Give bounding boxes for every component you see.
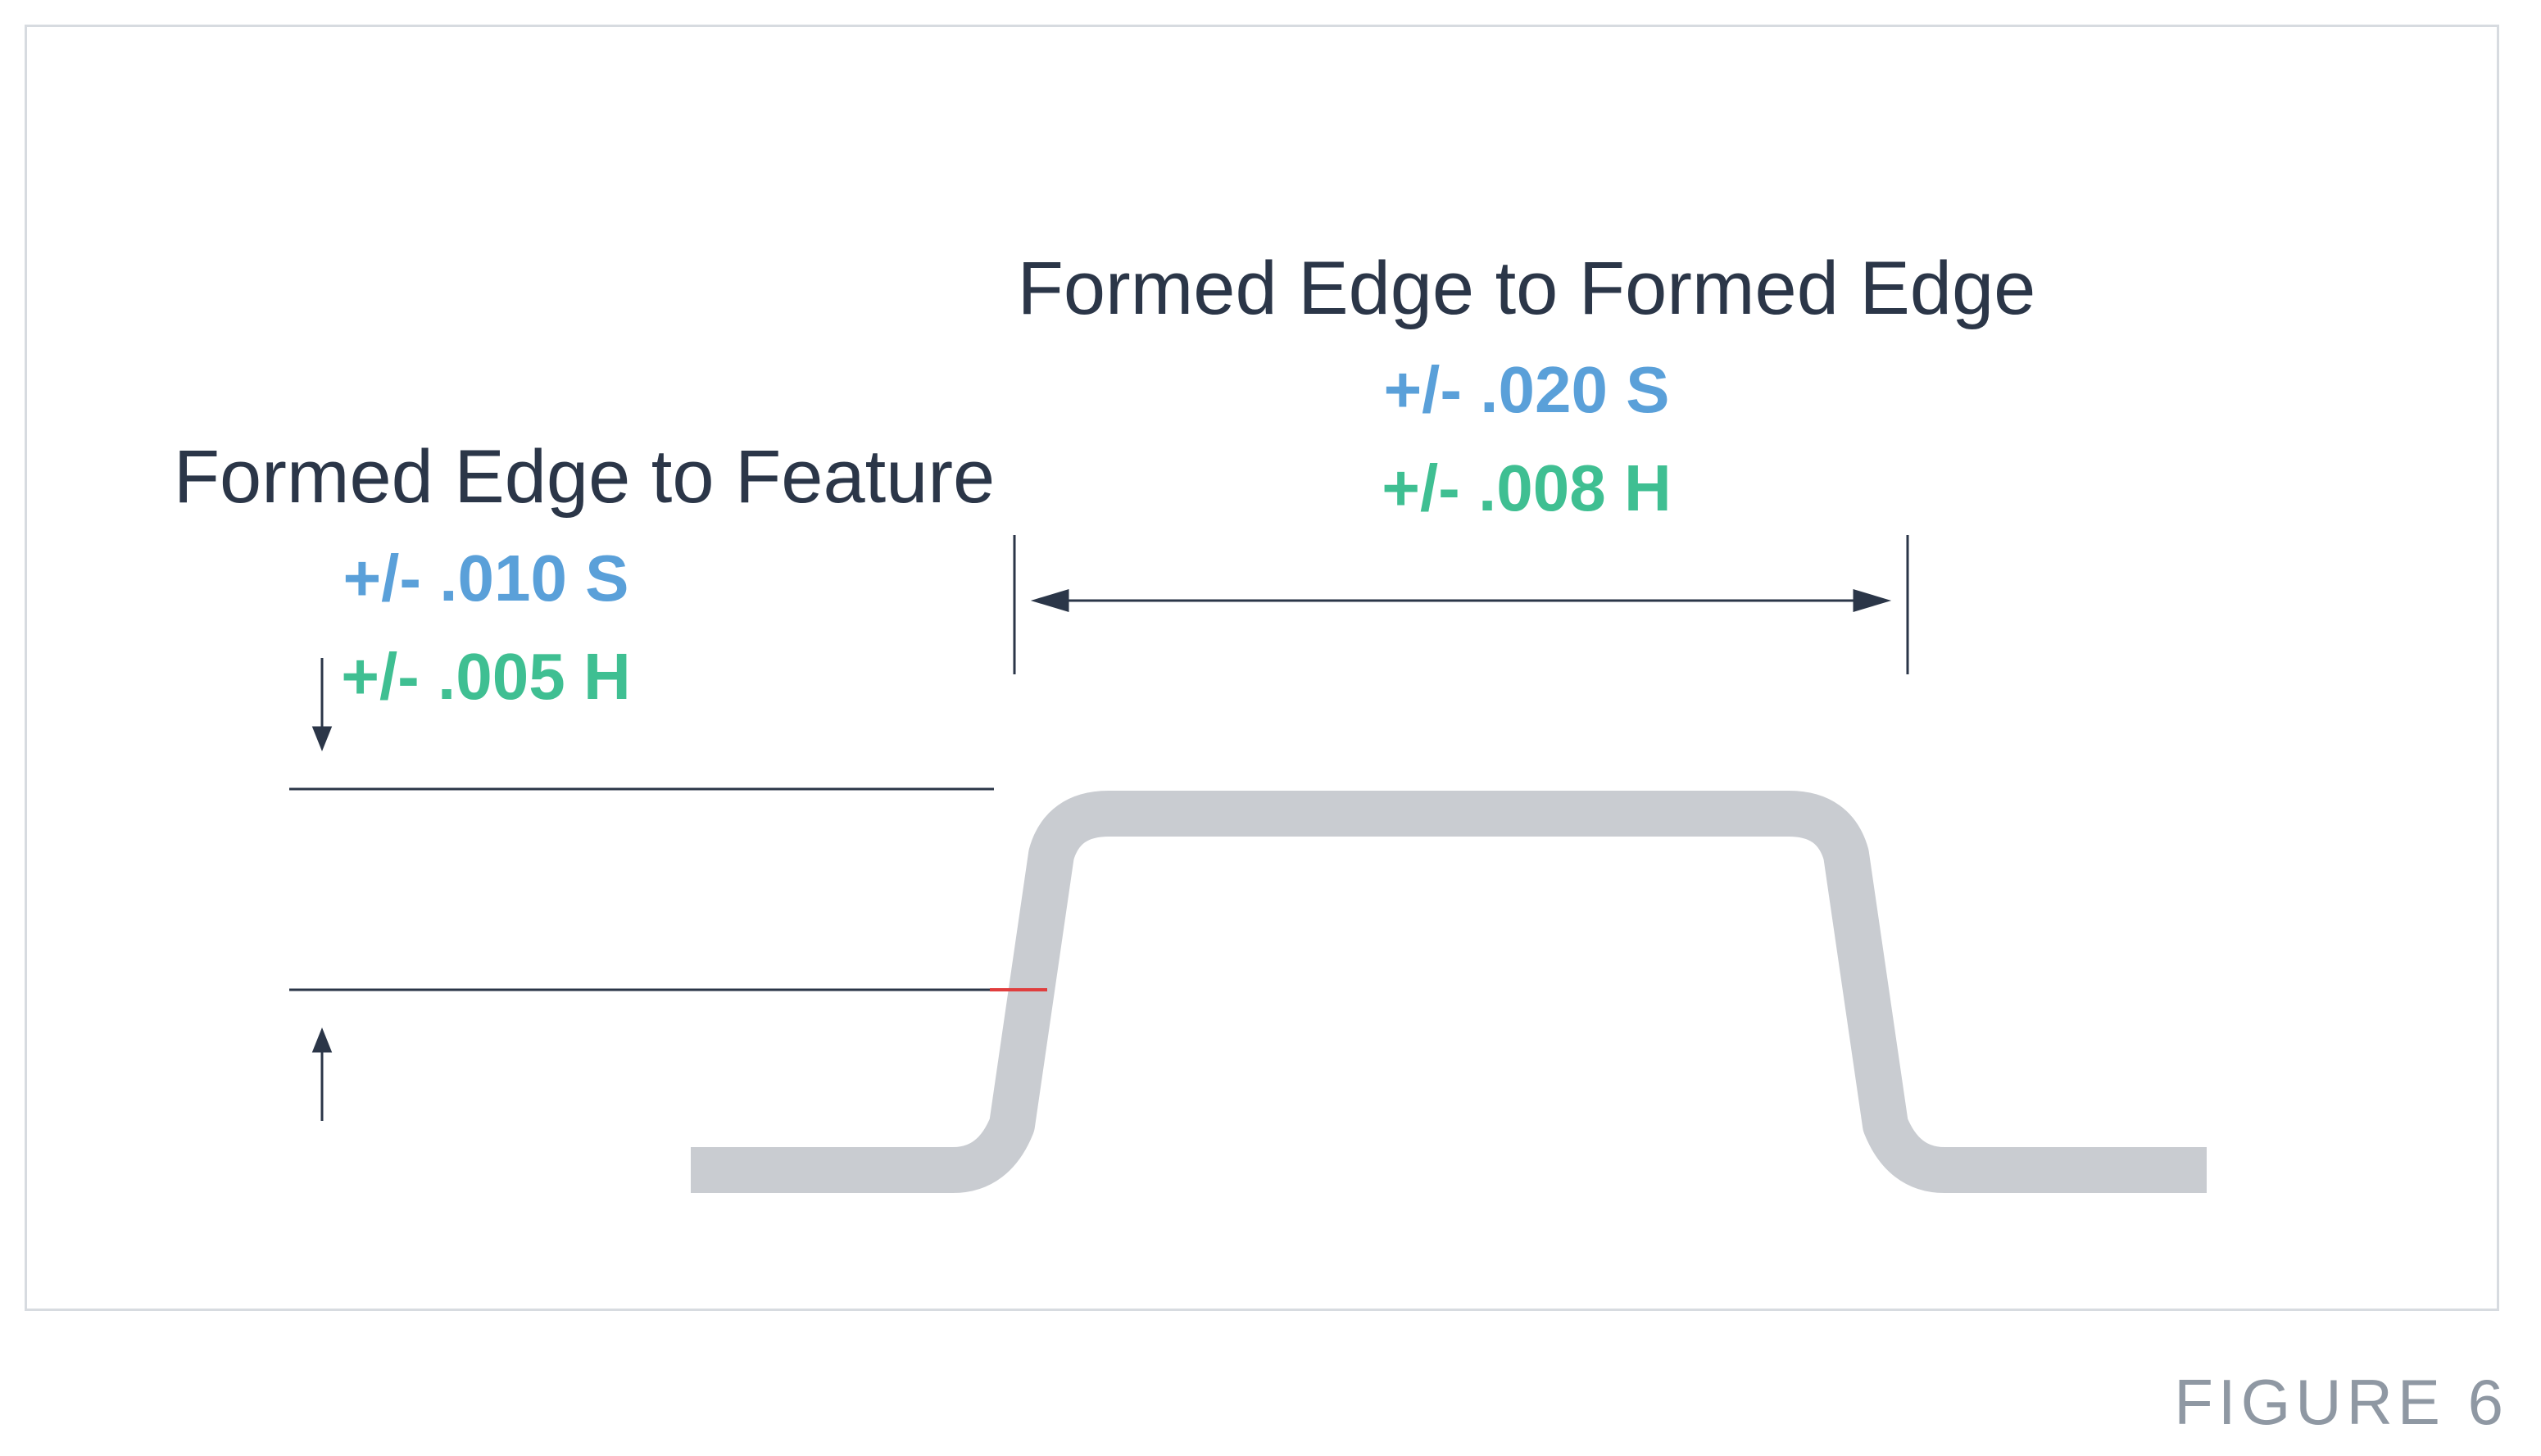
profile-shape — [691, 814, 2207, 1170]
horiz-dimension-arrow — [1035, 591, 1887, 610]
left-title: Formed Edge to Feature — [174, 435, 995, 519]
vert-arrow-up — [314, 1031, 330, 1121]
diagram-frame: Formed Edge to Feature +/- .010 S +/- .0… — [25, 25, 2499, 1311]
right-tol-h: +/- .008 H — [1382, 451, 1672, 524]
left-tol-h: +/- .005 H — [341, 640, 631, 713]
figure-label: FIGURE 6 — [2174, 1365, 2508, 1440]
diagram-svg: Formed Edge to Feature +/- .010 S +/- .0… — [27, 27, 2502, 1313]
left-tol-s: +/- .010 S — [343, 542, 628, 615]
right-tol-s: +/- .020 S — [1383, 353, 1669, 426]
right-title: Formed Edge to Formed Edge — [1018, 247, 2036, 330]
vert-arrow-down — [314, 658, 330, 748]
